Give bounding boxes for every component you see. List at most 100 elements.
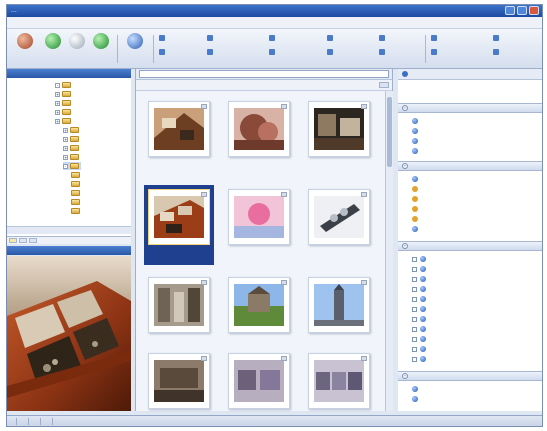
- expand-icon[interactable]: +: [55, 100, 60, 106]
- thumbnail-selected[interactable]: [144, 185, 214, 265]
- property-item[interactable]: [412, 315, 429, 323]
- checkbox[interactable]: [412, 296, 417, 302]
- folder-tree-item[interactable]: [71, 198, 82, 206]
- property-item[interactable]: [412, 275, 429, 283]
- expand-icon[interactable]: +: [63, 136, 68, 142]
- collapse-icon[interactable]: -: [402, 243, 408, 249]
- property-item[interactable]: [412, 175, 421, 183]
- toolbar-button-2[interactable]: [41, 33, 65, 52]
- checkbox[interactable]: [412, 276, 417, 282]
- thumbnail[interactable]: [144, 273, 214, 353]
- folder-tree-item[interactable]: +: [63, 135, 81, 143]
- toolbar-small-action[interactable]: [431, 35, 439, 41]
- property-item[interactable]: [412, 255, 429, 263]
- window-minimize-icon[interactable]: [505, 6, 515, 15]
- view-mode-select[interactable]: [379, 82, 389, 88]
- expand-icon[interactable]: -: [55, 82, 60, 88]
- property-item[interactable]: [412, 127, 421, 135]
- toolbar-small-action[interactable]: [269, 49, 277, 55]
- property-item[interactable]: [412, 325, 429, 333]
- collapse-icon[interactable]: -: [402, 373, 408, 379]
- window-maximize-icon[interactable]: [517, 6, 527, 15]
- property-group-header[interactable]: -: [398, 241, 542, 251]
- property-item[interactable]: [412, 295, 429, 303]
- checkbox[interactable]: [412, 346, 417, 352]
- folder-tree-item[interactable]: +: [55, 90, 73, 98]
- toolbar-small-action[interactable]: [159, 49, 167, 55]
- expand-icon[interactable]: +: [63, 154, 68, 160]
- property-item[interactable]: [412, 285, 429, 293]
- toolbar-button-1[interactable]: [13, 33, 37, 52]
- toolbar-small-action[interactable]: [327, 35, 335, 41]
- property-item[interactable]: [412, 395, 421, 403]
- thumbnail[interactable]: [224, 273, 294, 353]
- thumbnail-scrollbar[interactable]: [385, 91, 393, 411]
- expand-icon[interactable]: +: [63, 145, 68, 151]
- property-item[interactable]: [412, 265, 429, 273]
- folder-tree-item[interactable]: -: [55, 81, 73, 89]
- folder-panel-tab[interactable]: [29, 238, 37, 243]
- folder-panel-tab[interactable]: [19, 238, 27, 243]
- thumbnail[interactable]: [224, 97, 294, 177]
- folder-tree-hscroll[interactable]: [7, 226, 131, 234]
- checkbox[interactable]: [412, 286, 417, 292]
- thumbnail[interactable]: [304, 273, 374, 353]
- property-item[interactable]: [412, 335, 429, 343]
- property-item[interactable]: [412, 147, 421, 155]
- thumbnail[interactable]: [304, 97, 374, 177]
- folder-tree-item[interactable]: +: [63, 126, 81, 134]
- property-group-header[interactable]: -: [398, 371, 542, 381]
- toolbar-small-action[interactable]: [327, 49, 335, 55]
- scrollbar-thumb[interactable]: [387, 97, 392, 167]
- toolbar-small-action[interactable]: [159, 35, 167, 41]
- property-item[interactable]: [412, 185, 421, 193]
- property-item[interactable]: [412, 195, 421, 203]
- checkbox[interactable]: [412, 326, 417, 332]
- collapse-icon[interactable]: -: [402, 163, 408, 169]
- folder-tree-item[interactable]: +: [55, 99, 73, 107]
- property-item[interactable]: [412, 117, 421, 125]
- property-item[interactable]: [412, 345, 429, 353]
- folder-tree-item[interactable]: +: [63, 144, 81, 152]
- toolbar-small-action[interactable]: [379, 49, 387, 55]
- folder-tree-item[interactable]: +: [63, 153, 81, 161]
- folder-panel-tab[interactable]: [9, 238, 17, 243]
- toolbar-small-action[interactable]: [207, 49, 215, 55]
- property-item[interactable]: [412, 205, 421, 213]
- collapse-icon[interactable]: -: [402, 105, 408, 111]
- property-item[interactable]: [412, 355, 429, 363]
- expand-icon[interactable]: +: [63, 127, 68, 133]
- checkbox[interactable]: [412, 336, 417, 342]
- property-item[interactable]: [412, 225, 421, 233]
- property-item[interactable]: [412, 215, 421, 223]
- checkbox[interactable]: [412, 356, 417, 362]
- folder-tree-item-selected[interactable]: -: [63, 162, 81, 170]
- expand-icon[interactable]: +: [55, 109, 60, 115]
- toolbar-small-action[interactable]: [431, 49, 439, 55]
- toolbar-small-action[interactable]: [379, 35, 387, 41]
- toolbar-small-action[interactable]: [493, 49, 501, 55]
- folder-tree-item[interactable]: +: [55, 108, 73, 116]
- property-item[interactable]: [412, 305, 429, 313]
- toolbar-small-action[interactable]: [207, 35, 215, 41]
- toolbar-small-action[interactable]: [269, 35, 277, 41]
- checkbox[interactable]: [412, 256, 417, 262]
- thumbnail[interactable]: [304, 185, 374, 265]
- folder-tree-item[interactable]: [71, 207, 82, 215]
- expand-icon[interactable]: +: [55, 91, 60, 97]
- toolbar-button-3[interactable]: [65, 33, 89, 52]
- folder-tree-item[interactable]: [71, 189, 82, 197]
- thumbnail[interactable]: [224, 185, 294, 265]
- property-group-header[interactable]: -: [398, 103, 542, 113]
- property-item[interactable]: [412, 385, 421, 393]
- expand-icon[interactable]: +: [55, 118, 60, 124]
- property-group-header[interactable]: -: [398, 161, 542, 171]
- checkbox[interactable]: [412, 316, 417, 322]
- toolbar-button-4[interactable]: [89, 33, 113, 52]
- property-item[interactable]: [412, 137, 421, 145]
- checkbox[interactable]: [412, 306, 417, 312]
- expand-icon[interactable]: -: [63, 163, 68, 169]
- checkbox[interactable]: [412, 266, 417, 272]
- path-field[interactable]: [139, 70, 389, 78]
- folder-tree-item[interactable]: +: [55, 117, 73, 125]
